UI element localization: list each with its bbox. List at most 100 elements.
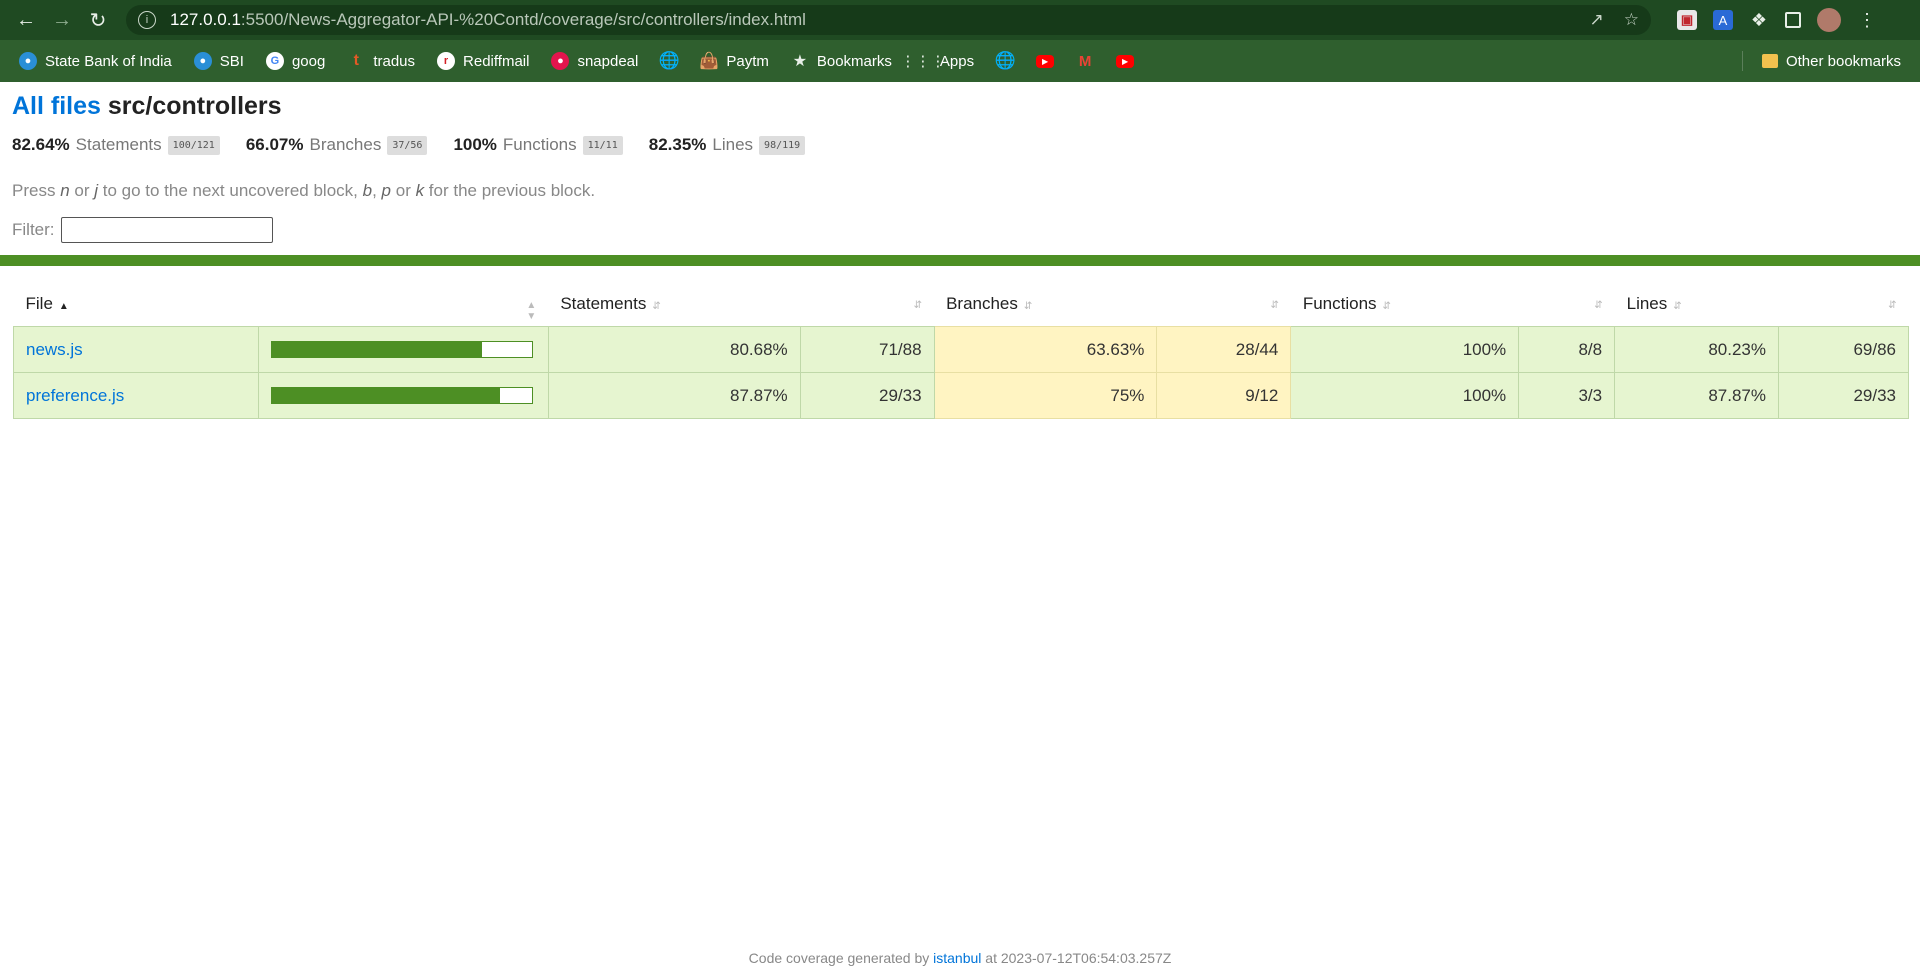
bookmark-label: Apps [939,52,975,70]
sort-icon: ⇵ [913,300,923,311]
header-branches-raw[interactable]: ⇵ [1157,282,1291,327]
filter-input[interactable] [60,217,273,243]
branches-pct: 63.63% [933,326,1158,373]
apps-grid-icon: ⋮⋮⋮ [900,53,946,70]
header-file-bar[interactable]: ▲ ▼ [258,282,548,327]
bookmark-label: Bookmarks [816,52,892,70]
header-functions-raw[interactable]: ⇵ [1519,282,1615,327]
url-host: 127.0.0.1 [170,10,241,29]
sort-icon: ⇵ [1594,300,1603,311]
header-lines[interactable]: Lines ⇵ [1615,282,1779,327]
header-label: Branches [946,294,1018,313]
summary-label: Functions [502,135,577,154]
bookmark-label: Other bookmarks [1785,52,1901,70]
reload-icon[interactable]: ↻ [84,6,112,34]
coverage-bar-fill [271,388,501,403]
filter-row: Filter: [12,217,1908,243]
file-cell: preference.js [13,372,259,419]
summary-functions: 100% Functions 11/11 [453,135,623,155]
all-files-link[interactable]: All files [12,92,101,120]
bookmark-paytm[interactable]: 👜 Paytm [691,48,778,74]
coverage-table: File ▲ ▲ ▼ Statements ⇵ ⇵ Branches ⇵ ⇵ Funct… [13,282,1909,419]
table-row: news.js 80.68% 71/88 63.63% 28/44 100% 8… [13,326,1909,373]
bookmark-other-bookmarks[interactable]: Other bookmarks [1753,49,1910,74]
bookmark-bookmarks[interactable]: ★ Bookmarks [782,48,901,74]
statements-pct: 80.68% [547,326,801,373]
bookmark-rediffmail[interactable]: r Rediffmail [428,48,538,74]
sort-asc-icon: ▲ [58,301,69,312]
istanbul-link[interactable]: istanbul [933,950,981,966]
header-statements-raw[interactable]: ⇵ [800,282,934,327]
bookmarks-bar: ● State Bank of India ● SBI Ggoog t tradus … [0,40,1920,82]
bookmark-apps[interactable]: ⋮⋮⋮ Apps [900,48,983,74]
bookmark-youtube-1[interactable]: ▶ [1027,51,1063,72]
bookmark-gmail[interactable]: M [1067,48,1103,74]
summary-pct: 82.35% [648,135,707,154]
summary-statements: 82.64% Statements 100/121 [12,135,220,155]
sort-icon: ⇵ [1673,301,1682,312]
header-file[interactable]: File ▲ [14,282,259,327]
footer-prefix: Code coverage generated by [748,950,934,966]
profile-avatar[interactable] [1817,8,1841,32]
header-label: File [25,294,53,313]
bookmark-label: goog [291,52,326,70]
youtube-icon: ▶ [1036,54,1055,68]
summary-label: Branches [309,135,382,154]
coverage-bar [270,341,533,358]
menu-more-icon[interactable]: ⋮ [1857,10,1877,30]
globe-icon: 🌐 [994,51,1016,70]
extension-shield-icon[interactable]: ▣ [1677,10,1697,30]
bookmark-youtube-2[interactable]: ▶ [1107,51,1143,72]
side-panel-icon[interactable] [1785,12,1801,28]
summary-label: Lines [712,135,754,154]
footer-timestamp: at 2023-07-12T06:54:03.257Z [981,950,1172,966]
lines-fraction: 29/33 [1778,372,1909,419]
back-arrow-icon[interactable]: ← [12,6,40,34]
sort-icon: ⇵ [1270,300,1279,311]
lines-pct: 80.23% [1614,326,1779,373]
coverage-bar [270,387,533,404]
address-bar[interactable]: i 127.0.0.1:5500/News-Aggregator-API-%20… [126,5,1651,35]
forward-arrow-icon[interactable]: → [48,6,76,34]
extensions-puzzle-icon[interactable]: ❖ [1749,10,1769,30]
file-link[interactable]: preference.js [26,386,124,405]
bookmark-state-bank-of-india[interactable]: ● State Bank of India [10,48,181,74]
summary-pct: 82.64% [12,135,70,154]
bookmark-globe-1[interactable]: 🌐 [651,48,687,74]
header-branches[interactable]: Branches ⇵ [934,282,1157,327]
header-functions[interactable]: Functions ⇵ [1291,282,1519,327]
summary-lines: 82.35% Lines 98/119 [648,135,806,155]
header-lines-raw[interactable]: ⇵ [1779,282,1909,327]
branches-fraction: 9/12 [1156,372,1292,419]
folder-icon [1761,54,1778,68]
share-icon[interactable]: ↗ [1590,10,1604,30]
file-link[interactable]: news.js [26,340,83,359]
bookmark-globe-2[interactable]: 🌐 [987,48,1023,74]
summary-fraction: 11/11 [582,135,623,155]
paytm-icon: 👜 [699,53,720,70]
header-statements[interactable]: Statements ⇵ [548,282,800,327]
gmail-icon: M [1078,52,1092,70]
functions-pct: 100% [1290,326,1520,373]
header-label: Statements [560,294,647,313]
summary-branches: 66.07% Branches 37/56 [246,135,428,155]
sbi-icon: ● [19,52,37,70]
header-label: Lines [1626,294,1668,313]
extension-translate-icon[interactable]: A [1713,10,1733,30]
coverage-status-bar [0,255,1920,266]
bookmark-label: Rediffmail [463,52,530,70]
tradus-icon: t [353,52,359,69]
bookmark-tradus[interactable]: t tradus [338,48,424,74]
bookmark-goog[interactable]: Ggoog [257,48,334,74]
bookmark-label: SBI [219,52,244,70]
functions-fraction: 3/3 [1518,372,1616,419]
site-info-icon[interactable]: i [138,11,156,29]
statements-fraction: 29/33 [799,372,935,419]
bookmark-star-icon[interactable]: ☆ [1624,10,1639,30]
bookmark-snapdeal[interactable]: ● snapdeal [542,48,647,74]
functions-pct: 100% [1290,372,1520,419]
statements-fraction: 71/88 [799,326,935,373]
bookmark-sbi[interactable]: ● SBI [185,48,253,74]
url-path: :5500/News-Aggregator-API-%20Contd/cover… [240,10,806,29]
directory-name: src/controllers [107,92,282,120]
